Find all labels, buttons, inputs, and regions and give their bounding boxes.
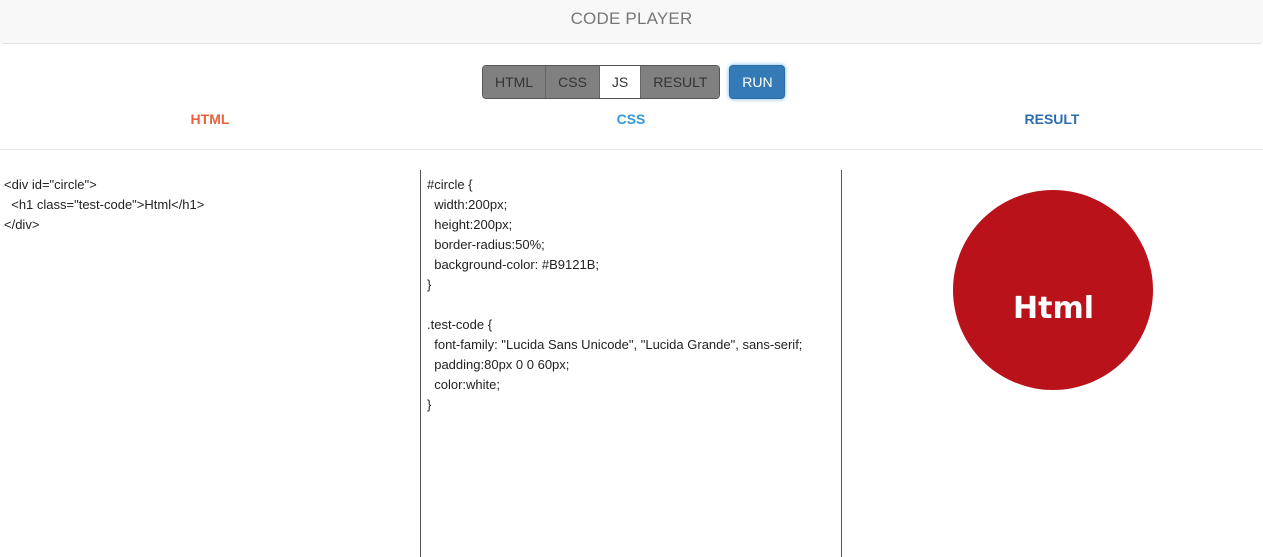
result-heading: Html [1013, 291, 1094, 326]
code-line: padding:80px 0 0 60px; [427, 357, 570, 372]
code-line: } [427, 277, 432, 292]
app-header: CODE PLAYER [0, 0, 1263, 44]
css-code[interactable]: #circle { width:200px; height:200px; bor… [421, 170, 841, 415]
code-line: border-radius:50%; [427, 237, 545, 252]
html-pane-label: HTML [190, 111, 230, 127]
code-line: </div> [4, 217, 40, 232]
code-line: color:white; [427, 377, 500, 392]
result-circle: Html [953, 190, 1153, 390]
css-editor[interactable]: #circle { width:200px; height:200px; bor… [420, 170, 842, 557]
pane-toggle-group: HTML CSS JS RESULT [482, 65, 721, 99]
code-line: background-color: #B9121B; [427, 257, 599, 272]
css-pane-label: CSS [616, 111, 646, 127]
result-pane: Html [842, 170, 1263, 557]
run-button[interactable]: RUN [729, 65, 786, 99]
html-code[interactable]: <div id="circle"> <h1 class="test-code">… [0, 170, 420, 235]
code-line: <div id="circle"> [4, 177, 97, 192]
code-line: } [427, 397, 432, 412]
toggle-css-button[interactable]: CSS [546, 66, 600, 98]
code-line: <h1 class="test-code">Html</h1> [4, 197, 205, 212]
toggle-html-button[interactable]: HTML [483, 66, 547, 98]
toggle-js-button[interactable]: JS [599, 66, 642, 98]
toggle-result-button[interactable]: RESULT [641, 66, 720, 98]
header-divider [0, 149, 1263, 150]
code-line: font-family: "Lucida Sans Unicode", "Luc… [427, 337, 803, 352]
code-line: #circle { [427, 177, 473, 192]
toolbar: HTML CSS JS RESULT RUN [482, 65, 786, 99]
result-pane-label: RESULT [1024, 111, 1080, 127]
code-line: height:200px; [427, 217, 513, 232]
code-line: .test-code { [427, 317, 493, 332]
code-line: width:200px; [427, 197, 508, 212]
html-editor[interactable]: <div id="circle"> <h1 class="test-code">… [0, 170, 420, 557]
app-title: CODE PLAYER [570, 9, 693, 28]
